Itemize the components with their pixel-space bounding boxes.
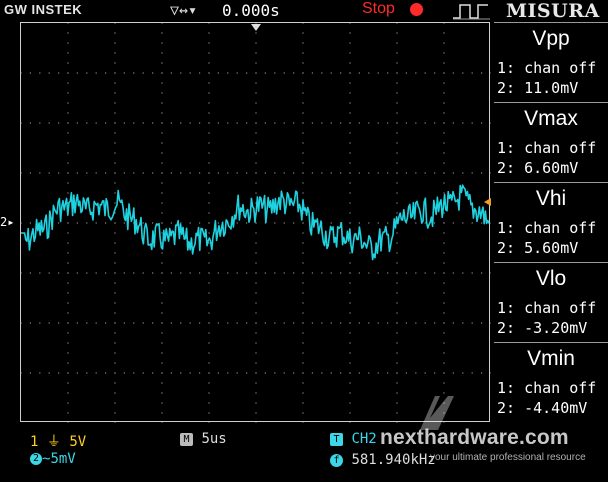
watermark-tagline: your ultimate professional resource xyxy=(430,452,586,463)
stop-indicator-icon xyxy=(410,3,423,16)
ch2-ground-marker[interactable]: 2▸ xyxy=(0,215,14,229)
measurement-name: Vlo xyxy=(535,267,567,290)
brand-logo: GW INSTEK xyxy=(4,2,83,17)
measurement-vmax[interactable]: Vmax 1: chan off 2: 6.60mV xyxy=(494,102,608,183)
trigger-position-icons: ▽↔▾ xyxy=(170,1,198,19)
measure-menu-title: MISURA xyxy=(506,0,600,22)
measurement-name: Vmax xyxy=(524,107,578,130)
measurement-ch2-value: 2: 5.60mV xyxy=(497,239,579,257)
trigger-position-marker[interactable] xyxy=(251,24,261,31)
watermark-site: nexthardware.com xyxy=(380,426,569,449)
waveform-grid[interactable] xyxy=(20,22,491,423)
timebase-label: M xyxy=(180,432,193,446)
ch2-waveform xyxy=(21,184,490,261)
trigger-time-readout: 0.000s xyxy=(222,1,280,20)
measurement-vpp[interactable]: Vpp 1: chan off 2: 11.0mV xyxy=(494,22,608,103)
timebase-indicator[interactable]: M 5us xyxy=(180,431,227,447)
measurement-name: Vpp xyxy=(532,27,570,50)
measurement-ch1-value: 1: chan off xyxy=(497,59,597,77)
measurement-ch1-value: 1: chan off xyxy=(497,299,597,317)
trigger-label: T xyxy=(330,432,343,446)
measurement-ch2-value: 2: -4.40mV xyxy=(497,399,588,417)
trigger-source: CH2 xyxy=(351,431,377,447)
trigger-edge-icon xyxy=(453,4,490,20)
frequency-value: 581.940kHz xyxy=(351,452,436,468)
frequency-indicator: f 581.940kHz xyxy=(330,452,436,468)
measurement-ch1-value: 1: chan off xyxy=(497,139,597,157)
trigger-level-marker[interactable] xyxy=(484,198,491,206)
measurement-ch1-value: 1: chan off xyxy=(497,219,597,237)
ch1-scale-indicator[interactable]: 1 ⏚ 5V xyxy=(30,431,86,451)
ch1-scale: 5V xyxy=(69,434,87,450)
measurement-name: Vhi xyxy=(535,187,567,210)
measurement-vhi[interactable]: Vhi 1: chan off 2: 5.60mV xyxy=(494,182,608,263)
ch2-number: 2 xyxy=(30,453,42,465)
ch1-coupling-icon: ⏚ xyxy=(46,434,61,450)
ch2-scale-indicator[interactable]: 2 ~5mV xyxy=(30,451,76,467)
ch1-number: 1 xyxy=(30,434,39,450)
measurement-ch1-value: 1: chan off xyxy=(497,379,597,397)
measurement-name: Vmin xyxy=(527,347,575,370)
measurement-vmin[interactable]: Vmin 1: chan off 2: -4.40mV xyxy=(494,342,608,423)
timebase-value: 5us xyxy=(201,431,227,447)
measurement-panel: Vpp 1: chan off 2: 11.0mV Vmax 1: chan o… xyxy=(494,22,608,462)
measurement-vlo[interactable]: Vlo 1: chan off 2: -3.20mV xyxy=(494,262,608,343)
trigger-source-indicator[interactable]: T CH2 xyxy=(330,431,377,447)
run-state-label: Stop xyxy=(362,0,395,17)
oscilloscope-screen: GW INSTEK ▽↔▾ 0.000s Stop MISURA 2▸ Vpp … xyxy=(0,0,608,482)
measurement-ch2-value: 2: 11.0mV xyxy=(497,79,579,97)
ch2-scale: 5mV xyxy=(50,451,76,467)
measurement-ch2-value: 2: -3.20mV xyxy=(497,319,588,337)
measurement-ch2-value: 2: 6.60mV xyxy=(497,159,579,177)
frequency-label: f xyxy=(330,453,343,467)
